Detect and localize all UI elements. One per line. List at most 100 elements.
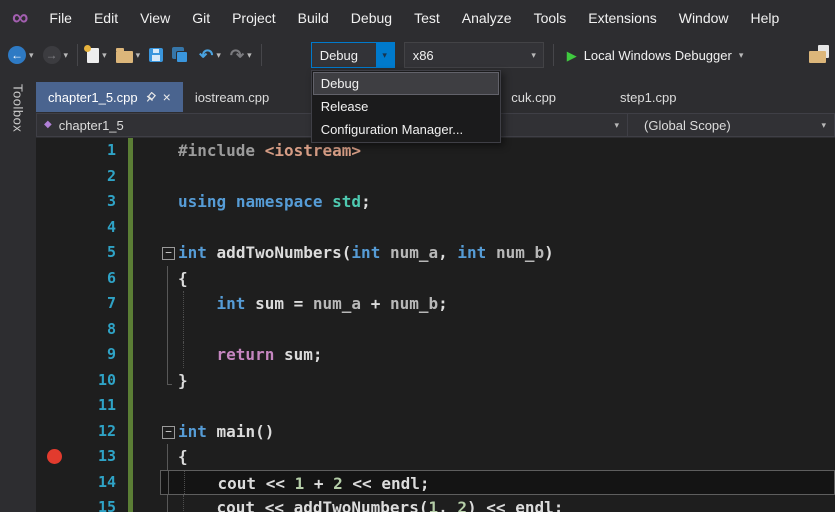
breakpoint-margin[interactable] (36, 444, 74, 470)
forward-arrow-icon: → (42, 46, 61, 64)
new-file-button[interactable]: ▾ (84, 44, 107, 63)
tab-iostream.cpp[interactable]: iostream.cpp (183, 82, 281, 112)
line-number: 14 (97, 472, 116, 491)
tab-cuk.cpp[interactable]: cuk.cpp (509, 82, 568, 112)
configuration-dropdown-button[interactable]: ▾ (375, 43, 394, 67)
chevron-down-icon[interactable]: ▾ (739, 50, 744, 60)
save-button[interactable] (149, 48, 164, 62)
code-text[interactable]: cout << 1 + 2 << endl; (177, 470, 834, 495)
breakpoint-margin[interactable] (36, 215, 74, 241)
breakpoint-dot[interactable] (47, 449, 62, 464)
tab-step1.cpp[interactable]: step1.cpp (608, 82, 688, 112)
solution-explorer-icon[interactable] (809, 45, 833, 65)
dropdown-item[interactable]: Configuration Manager... (313, 118, 499, 141)
code-text[interactable] (176, 316, 835, 343)
code-text[interactable] (176, 215, 835, 241)
line-number: 13 (97, 447, 116, 465)
breakpoint-margin[interactable] (36, 189, 74, 215)
solution-platform-combo[interactable]: x86 ▾ (403, 42, 544, 68)
code-text[interactable]: { (176, 444, 835, 470)
breakpoint-margin[interactable] (36, 138, 74, 164)
code-line: 2 (36, 163, 835, 190)
menu-item-project[interactable]: Project (221, 10, 287, 26)
chevron-down-icon[interactable]: ▾ (29, 50, 34, 60)
save-all-button[interactable] (172, 47, 190, 63)
breakpoint-margin[interactable] (36, 317, 74, 343)
breakpoint-margin[interactable] (36, 393, 74, 419)
breakpoint-margin[interactable] (36, 240, 74, 266)
code-text[interactable]: int sum = num_a + num_b; (176, 291, 835, 317)
code-text[interactable] (176, 393, 835, 419)
fold-guide (160, 291, 176, 317)
breakpoint-margin[interactable] (36, 342, 74, 368)
tab-label: step1.cpp (620, 89, 677, 105)
visual-studio-logo-icon: ∞ (12, 3, 29, 30)
line-number: 3 (106, 192, 116, 210)
close-icon[interactable]: × (163, 90, 171, 104)
breakpoint-margin[interactable] (36, 470, 74, 496)
run-button-label: Local Windows Debugger (583, 47, 732, 63)
open-folder-icon (115, 47, 133, 63)
code-text[interactable]: } (176, 368, 835, 394)
code-text[interactable]: { (176, 266, 835, 292)
menu-item-test[interactable]: Test (403, 10, 451, 26)
code-text[interactable]: int main() (176, 419, 835, 445)
menu-item-analyze[interactable]: Analyze (451, 10, 523, 26)
menu-item-build[interactable]: Build (287, 10, 340, 26)
play-icon: ▶ (566, 47, 577, 63)
line-number: 15 (97, 498, 116, 512)
platform-dropdown-button[interactable]: ▾ (525, 43, 543, 67)
chevron-down-icon: ▾ (531, 49, 536, 60)
chevron-down-icon[interactable]: ▾ (216, 50, 221, 60)
breakpoint-margin[interactable] (36, 266, 74, 292)
breakpoint-margin[interactable] (36, 419, 74, 445)
solution-configuration-combo[interactable]: Debug ▾ Debug Release Configuration Manage… (310, 42, 501, 143)
navigate-back-button[interactable]: ← ▾ (8, 46, 34, 64)
toolbox-panel-tab[interactable]: Toolbox (0, 74, 36, 512)
tab-label: chapter1_5.cpp (48, 89, 138, 105)
configuration-dropdown-list: Debug Release Configuration Manager... (310, 70, 501, 143)
code-line: 14 cout << 1 + 2 << endl; (36, 469, 835, 496)
code-text[interactable]: int addTwoNumbers(int num_a, int num_b) (176, 240, 835, 266)
code-text[interactable]: using namespace std; (176, 189, 835, 215)
toolbar-separator (260, 44, 262, 66)
breakpoint-margin[interactable] (36, 368, 74, 394)
open-file-button[interactable]: ▾ (115, 47, 141, 63)
menu-item-window[interactable]: Window (668, 10, 740, 26)
undo-button[interactable]: ↶ ▾ (199, 47, 221, 64)
menu-item-tools[interactable]: Tools (523, 10, 578, 26)
code-text[interactable]: #include <iostream> (176, 138, 835, 164)
chevron-down-icon[interactable]: ▾ (102, 50, 107, 60)
redo-button[interactable]: ↷ ▾ (230, 47, 252, 64)
breakpoint-margin[interactable] (36, 495, 74, 512)
code-text[interactable]: return sum; (176, 342, 835, 368)
line-number: 1 (106, 141, 116, 159)
navigate-forward-button[interactable]: → ▾ (42, 46, 68, 64)
menu-item-extensions[interactable]: Extensions (577, 10, 667, 26)
fold-guide (160, 393, 176, 419)
start-debugging-button[interactable]: ▶ Local Windows Debugger ▾ (563, 48, 748, 63)
breakpoint-margin[interactable] (36, 164, 74, 190)
redo-icon: ↷ (229, 45, 245, 65)
fold-collapse-button[interactable] (160, 419, 176, 445)
menu-item-edit[interactable]: Edit (83, 10, 129, 26)
pin-icon[interactable] (145, 91, 156, 103)
members-dropdown[interactable]: (Global Scope) ▾ (628, 113, 835, 137)
code-editor[interactable]: 1 #include <iostream> 2 3 using namespace st… (36, 138, 835, 512)
chevron-down-icon[interactable]: ▾ (136, 50, 141, 60)
dropdown-item[interactable]: Debug (312, 72, 499, 95)
tab-chapter1_5.cpp[interactable]: chapter1_5.cpp × (36, 82, 183, 112)
menu-item-file[interactable]: File (38, 10, 83, 26)
code-text[interactable] (176, 164, 835, 190)
dropdown-item[interactable]: Release (313, 95, 499, 118)
menu-item-view[interactable]: View (129, 10, 181, 26)
menu-bar-items: File Edit View Git Project Build Debug Test Anal… (38, 10, 790, 26)
menu-item-debug[interactable]: Debug (340, 10, 403, 26)
line-number: 2 (106, 166, 116, 185)
breakpoint-margin[interactable] (36, 291, 74, 317)
menu-item-help[interactable]: Help (740, 10, 791, 26)
code-text[interactable]: cout << addTwoNumbers(1, 2) << endl; (176, 495, 835, 512)
menu-item-git[interactable]: Git (181, 10, 221, 26)
fold-collapse-button[interactable] (160, 240, 176, 266)
tab-label: cuk.cpp (511, 89, 557, 105)
